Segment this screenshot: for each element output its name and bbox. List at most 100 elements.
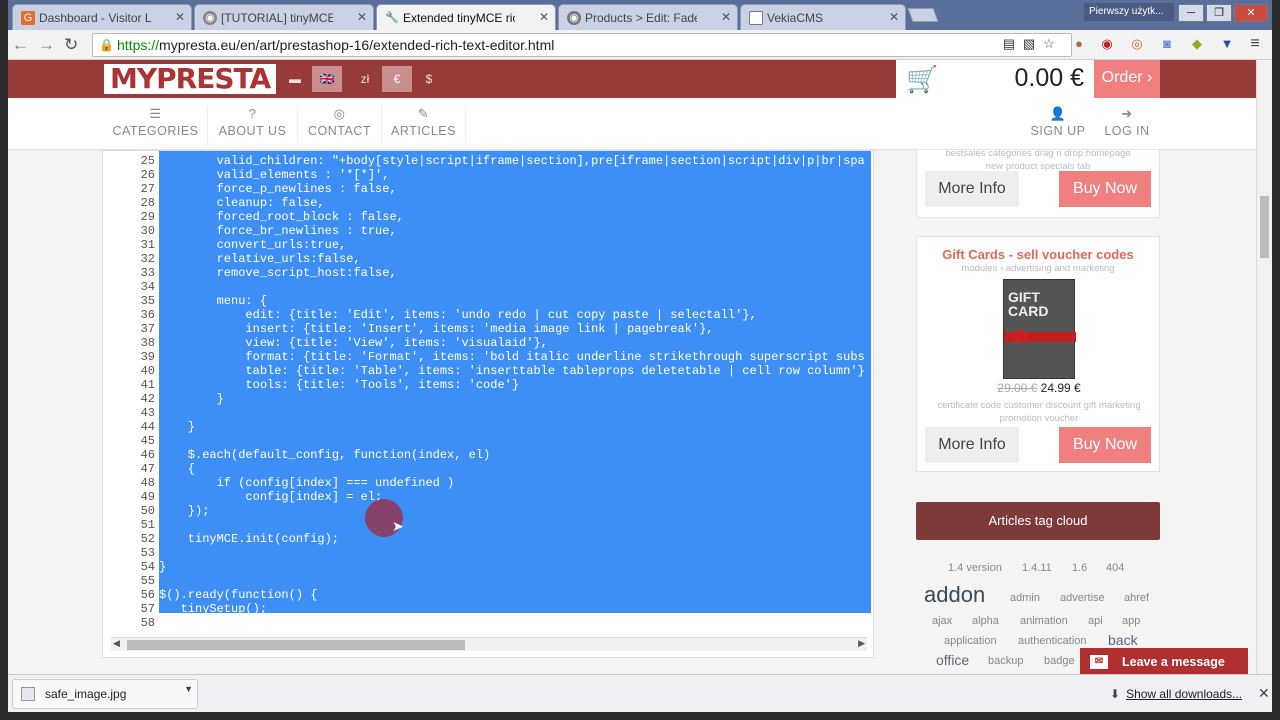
tab-extended-tinymce[interactable]: 🔧 Extended tinyMCE rich tex ✕ — [376, 4, 556, 30]
nav-log-in[interactable]: ➜ LOG IN — [1096, 106, 1158, 146]
nav-categories[interactable]: ☰ CATEGORIES — [104, 106, 208, 146]
cart-summary[interactable]: 🛒 0.00 € — [896, 60, 1094, 98]
address-bar[interactable]: 🔒 https://mypresta.eu/en/art/prestashop-… — [92, 33, 1072, 57]
show-all-downloads-link[interactable]: ⬇ Show all downloads... — [1110, 687, 1242, 701]
close-tab-icon[interactable]: ✕ — [357, 10, 367, 24]
code-line: tinyMCE.init(config); — [159, 532, 340, 546]
more-info-button[interactable]: More Info — [925, 427, 1019, 463]
line-number: 28 — [140, 196, 155, 210]
back-icon[interactable]: ← — [12, 35, 29, 55]
buy-now-button[interactable]: Buy Now — [1059, 427, 1151, 463]
scroll-left-icon[interactable]: ◀ — [113, 638, 120, 649]
order-button[interactable]: Order › — [1094, 60, 1160, 98]
leaf-icon[interactable]: ◆ — [1188, 35, 1206, 53]
envelope-icon: ✉ — [1090, 655, 1108, 669]
reload-icon[interactable]: ↻ — [64, 35, 78, 55]
nav-sign-up[interactable]: 👤 SIGN UP — [1026, 106, 1090, 146]
extension-icon[interactable]: ◎ — [1128, 35, 1146, 53]
download-item[interactable]: safe_image.jpg ▼ — [12, 679, 198, 709]
line-number: 27 — [140, 182, 155, 196]
site-logo[interactable]: MYPRESTA — [104, 64, 277, 94]
price-row: 29.00 € 24.99 € — [917, 381, 1161, 395]
gift-card-box-image[interactable]: GIFT CARD ✿ — [1003, 279, 1076, 379]
forward-icon[interactable]: → — [38, 35, 55, 55]
tab-products-edit[interactable]: ◉ Products > Edit: Faded Sh ✕ — [558, 4, 738, 30]
edit-icon: ✎ — [417, 106, 430, 121]
tag-link[interactable]: 1.4.11 — [1022, 562, 1052, 574]
close-window-button[interactable]: ✕ — [1234, 4, 1268, 22]
close-tab-icon[interactable]: ✕ — [889, 10, 899, 24]
lang-option-1[interactable]: ▬ — [280, 66, 310, 92]
shield-icon[interactable]: ▼ — [1218, 35, 1236, 53]
tag-link[interactable]: badge — [1044, 655, 1075, 667]
list-icon: ☰ — [149, 106, 162, 121]
buy-now-button[interactable]: Buy Now — [1059, 171, 1151, 207]
tab-dashboard[interactable]: G Dashboard - Visitor List - ✕ — [12, 4, 192, 30]
horizontal-scroll-thumb[interactable] — [127, 640, 465, 650]
tag-link[interactable]: 404 — [1106, 562, 1124, 574]
tab-strip: G Dashboard - Visitor List - ✕ ◉ [TUTORI… — [8, 0, 1272, 30]
currency-pln[interactable]: zł — [350, 66, 380, 92]
tag-link[interactable]: 1.4 version — [948, 562, 1002, 574]
tab-vekiacms[interactable]: VekiaCMS ✕ — [740, 4, 906, 30]
cart-icon: 🛒 — [906, 64, 939, 94]
more-info-button[interactable]: More Info — [925, 171, 1019, 207]
horizontal-scrollbar[interactable]: ◀ ▶ — [111, 637, 867, 651]
line-number: 30 — [140, 224, 155, 238]
close-tab-icon[interactable]: ✕ — [721, 10, 731, 24]
chevron-down-icon[interactable]: ▼ — [184, 684, 193, 694]
tag-link[interactable]: 1.6 — [1072, 562, 1087, 574]
new-tab-button[interactable] — [907, 8, 939, 22]
code-line: insert: {title: 'Insert', items: 'media … — [159, 322, 714, 336]
vertical-scrollbar[interactable] — [1256, 60, 1272, 674]
tag-link[interactable]: addon — [924, 582, 985, 608]
currency-usd[interactable]: $ — [414, 66, 444, 92]
tag-link[interactable]: office — [936, 652, 969, 668]
scroll-right-icon[interactable]: ▶ — [858, 638, 865, 649]
tag-link[interactable]: animation — [1020, 615, 1068, 627]
cookie-icon[interactable]: ● — [1070, 35, 1088, 53]
tab-tutorial[interactable]: ◉ [TUTORIAL] tinyMCE rich t ✕ — [194, 4, 374, 30]
lang-english-flag-icon[interactable]: 🇬🇧 — [312, 66, 342, 92]
leave-message-button[interactable]: ✉ Leave a message — [1080, 648, 1248, 676]
page-icon — [749, 11, 763, 25]
nav-articles[interactable]: ✎ ARTICLES — [382, 106, 466, 146]
minimize-button[interactable]: ─ — [1178, 4, 1204, 22]
tag-link[interactable]: application — [944, 635, 997, 647]
close-tab-icon[interactable]: ✕ — [539, 10, 549, 24]
close-tab-icon[interactable]: ✕ — [175, 10, 185, 24]
line-number: 26 — [140, 168, 155, 182]
vertical-scroll-thumb[interactable] — [1260, 196, 1269, 258]
nav-contact[interactable]: ◎ CONTACT — [298, 106, 382, 146]
tag-link[interactable]: backup — [988, 655, 1023, 667]
tag-link[interactable]: ahref — [1124, 592, 1149, 604]
currency-eur[interactable]: € — [382, 66, 412, 92]
tag-link[interactable]: alpha — [972, 615, 999, 627]
user-icon: 👤 — [1049, 106, 1067, 121]
line-number: 55 — [140, 574, 155, 588]
tag-link[interactable]: admin — [1010, 592, 1040, 604]
page-action-icon[interactable]: ▧ — [1020, 35, 1038, 53]
tag-link[interactable]: app — [1122, 615, 1140, 627]
selected-code[interactable]: valid_children: "+body[style|script|ifra… — [159, 151, 871, 613]
record-icon[interactable]: ◉ — [1098, 35, 1116, 53]
code-line: } — [159, 420, 196, 434]
tag-link[interactable]: advertise — [1060, 592, 1105, 604]
price: 24.99 € — [1040, 381, 1081, 395]
tag-link[interactable]: back — [1108, 632, 1138, 648]
tag-link[interactable]: ajax — [932, 615, 952, 627]
code-line: valid_elements : '*[*]', — [159, 168, 390, 182]
url-text[interactable]: https://mypresta.eu/en/art/prestashop-16… — [117, 37, 554, 53]
profile-badge[interactable]: Pierwszy użytk... — [1084, 3, 1174, 21]
close-shelf-icon[interactable]: ✕ — [1258, 685, 1270, 702]
reader-icon[interactable]: ▤ — [1000, 35, 1018, 53]
maximize-button[interactable]: ❐ — [1206, 4, 1232, 22]
tag-link[interactable]: authentication — [1018, 635, 1087, 647]
product-title[interactable]: Gift Cards - sell voucher codes — [917, 237, 1159, 262]
line-number: 25 — [140, 154, 155, 168]
tag-link[interactable]: api — [1088, 615, 1103, 627]
camera-icon[interactable]: ◙ — [1158, 35, 1176, 53]
menu-icon[interactable]: ≡ — [1246, 35, 1264, 53]
bookmark-star-icon[interactable]: ☆ — [1040, 35, 1058, 53]
nav-about-us[interactable]: ? ABOUT US — [208, 106, 298, 146]
